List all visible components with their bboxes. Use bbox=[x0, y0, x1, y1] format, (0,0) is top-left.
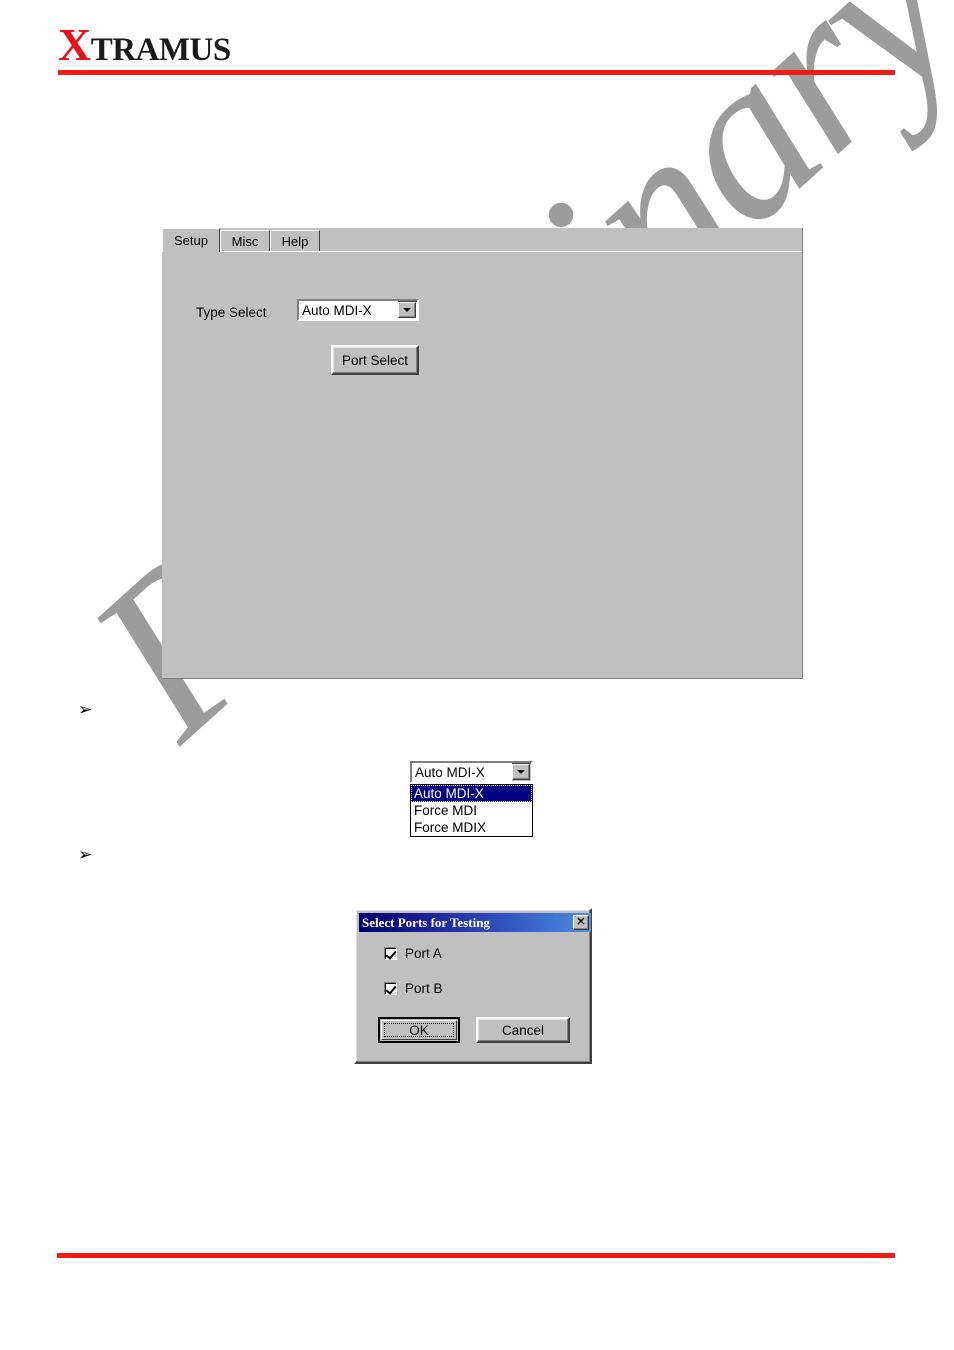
port-select-button[interactable]: Port Select bbox=[331, 345, 419, 375]
header-rule bbox=[58, 70, 895, 75]
chevron-down-icon[interactable] bbox=[398, 302, 416, 318]
dropdown-option-force-mdix[interactable]: Force MDIX bbox=[411, 819, 532, 836]
dialog-titlebar: Select Ports for Testing ✕ bbox=[359, 913, 591, 932]
chevron-down-icon[interactable] bbox=[512, 764, 530, 780]
checkbox-port-a-label: Port A bbox=[405, 946, 442, 961]
logo-x-letter: X bbox=[58, 19, 91, 70]
tab-misc-label: Misc bbox=[231, 234, 259, 249]
dropdown-option-list: Auto MDI-X Force MDI Force MDIX bbox=[410, 784, 533, 837]
tab-setup-label: Setup bbox=[174, 233, 208, 248]
tab-help[interactable]: Help bbox=[270, 230, 320, 252]
dialog-title: Select Ports for Testing bbox=[362, 914, 490, 930]
type-select-label: Type Select bbox=[196, 305, 267, 320]
tab-misc[interactable]: Misc bbox=[220, 230, 270, 252]
dropdown-option-force-mdi[interactable]: Force MDI bbox=[411, 802, 532, 819]
port-select-button-label: Port Select bbox=[341, 352, 409, 368]
bullet-marker-2: ➢ bbox=[78, 845, 93, 865]
ok-button-label: OK bbox=[409, 1022, 429, 1038]
dropdown-option-auto-mdi-x[interactable]: Auto MDI-X bbox=[411, 785, 532, 802]
type-select-dropdown: Auto MDI-X Auto MDI-X Force MDI Force MD… bbox=[410, 761, 533, 837]
type-select-value: Auto MDI-X bbox=[299, 301, 398, 319]
checkbox-port-b-label: Port B bbox=[405, 981, 443, 996]
cancel-button[interactable]: Cancel bbox=[476, 1017, 570, 1043]
tab-help-label: Help bbox=[281, 234, 309, 249]
checkbox-port-b[interactable] bbox=[384, 982, 397, 995]
chevron-down-glyph bbox=[403, 308, 411, 312]
ok-button[interactable]: OK bbox=[378, 1017, 460, 1043]
tab-strip: Setup Misc Help bbox=[162, 228, 802, 252]
setup-window: Setup Misc Help Type Select Auto MDI-X P… bbox=[162, 228, 803, 679]
footer-rule bbox=[57, 1253, 895, 1258]
dropdown-head[interactable]: Auto MDI-X bbox=[410, 761, 533, 783]
close-icon[interactable]: ✕ bbox=[573, 915, 589, 930]
checkbox-row-port-a[interactable]: Port A bbox=[384, 946, 442, 961]
page-header: XTRAMUS bbox=[0, 0, 954, 90]
bullet-marker-1: ➢ bbox=[78, 700, 93, 720]
type-select-combobox[interactable]: Auto MDI-X bbox=[297, 299, 419, 321]
xtramus-logo: XTRAMUS bbox=[58, 22, 231, 68]
checkbox-port-a[interactable] bbox=[384, 947, 397, 960]
chevron-down-glyph bbox=[517, 770, 525, 774]
cancel-button-label: Cancel bbox=[501, 1022, 545, 1038]
dropdown-selected-value: Auto MDI-X bbox=[412, 763, 512, 781]
logo-wordmark: TRAMUS bbox=[90, 32, 232, 68]
ok-button-focus-ring: OK bbox=[384, 1022, 454, 1038]
tab-setup[interactable]: Setup bbox=[162, 228, 220, 252]
ok-button-inner: OK bbox=[381, 1020, 457, 1040]
checkbox-row-port-b[interactable]: Port B bbox=[384, 981, 443, 996]
tab-page-setup: Type Select Auto MDI-X Port Select bbox=[164, 253, 799, 675]
select-ports-dialog: Select Ports for Testing ✕ Port A Port B… bbox=[354, 908, 592, 1064]
